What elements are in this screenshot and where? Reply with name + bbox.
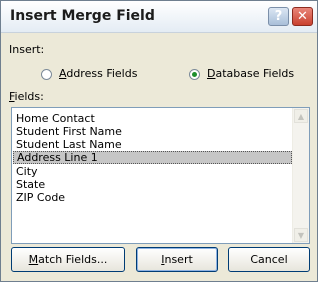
chevron-up-icon: ▲ <box>297 111 305 121</box>
database-fields-label[interactable]: Database Fields <box>207 67 294 80</box>
match-fields-button[interactable]: Match Fields... <box>11 247 125 272</box>
list-item-selected[interactable]: Address Line 1 <box>13 151 292 164</box>
list-item[interactable]: Student Last Name <box>13 138 292 151</box>
cancel-button[interactable]: Cancel <box>228 247 310 272</box>
list-item[interactable]: City <box>13 165 292 178</box>
title-bar: Insert Merge Field ? ✕ <box>1 1 317 33</box>
insert-button[interactable]: Insert <box>136 247 218 272</box>
fields-label: Fields: <box>9 90 44 103</box>
address-fields-radio[interactable] <box>41 69 52 80</box>
close-icon: ✕ <box>297 9 308 24</box>
address-fields-label[interactable]: Address Fields <box>59 67 137 80</box>
fields-scrollbar[interactable]: ▲ ▼ <box>292 108 309 243</box>
scroll-up-arrow[interactable]: ▲ <box>294 109 308 123</box>
fields-listbox[interactable]: Home Contact Student First Name Student … <box>11 107 310 244</box>
list-item[interactable]: Home Contact <box>13 112 292 125</box>
close-button[interactable]: ✕ <box>292 7 313 26</box>
database-fields-radio[interactable] <box>189 69 200 80</box>
insert-label: Insert: <box>9 43 45 56</box>
help-button[interactable]: ? <box>268 7 289 26</box>
radio-selected-dot <box>192 72 197 77</box>
insert-merge-field-dialog: Insert Merge Field ? ✕ Insert: Address F… <box>0 0 318 282</box>
list-item[interactable]: State <box>13 178 292 191</box>
scroll-down-arrow[interactable]: ▼ <box>294 228 308 242</box>
dialog-title: Insert Merge Field <box>10 8 155 24</box>
list-item[interactable]: ZIP Code <box>13 191 292 204</box>
help-icon: ? <box>274 9 283 24</box>
chevron-down-icon: ▼ <box>297 230 305 240</box>
list-item[interactable]: Student First Name <box>13 125 292 138</box>
